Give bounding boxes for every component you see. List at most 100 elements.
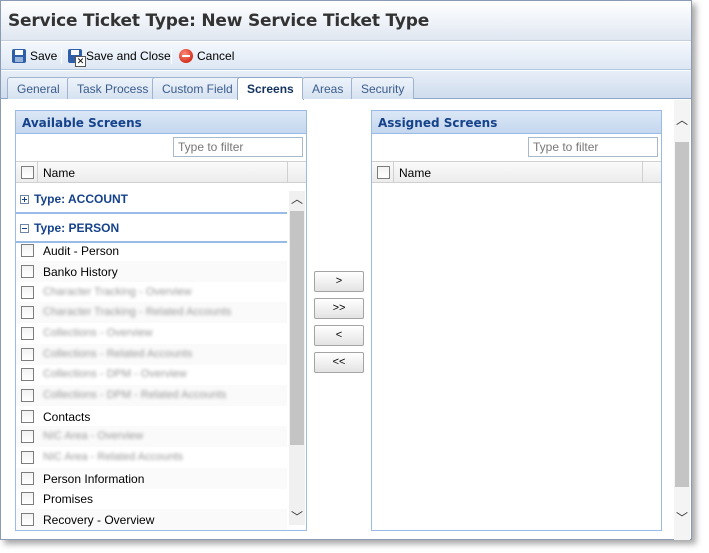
tab-general[interactable]: General: [7, 77, 70, 99]
toolbar: Save Save and Close Cancel: [1, 42, 691, 70]
scroll-down-arrow-icon[interactable]: ﹀: [289, 509, 305, 525]
add-button[interactable]: >: [314, 271, 364, 292]
tab-label: Security: [361, 81, 405, 96]
select-all-checkbox[interactable]: [377, 166, 390, 179]
list-item[interactable]: Collections - Overview: [16, 323, 287, 344]
tab-screens[interactable]: Screens: [237, 77, 304, 100]
column-header-spacer: [642, 162, 661, 182]
select-all-checkbox[interactable]: [21, 166, 34, 179]
row-checkbox[interactable]: [21, 265, 34, 278]
list-item[interactable]: Character Tracking - Related Accounts: [16, 302, 287, 323]
item-label-obscured: Collections - DPM - Related Accounts: [43, 389, 227, 401]
item-label-obscured: Collections - DPM - Overview: [43, 368, 187, 380]
save-and-close-icon: [68, 49, 86, 67]
group-label: Type: PERSON: [34, 221, 120, 235]
select-all-cell: [16, 162, 38, 182]
group-type-person[interactable]: Type: PERSON: [16, 215, 287, 243]
tab-label: Custom Field: [162, 81, 233, 96]
grid-header: Name: [372, 161, 661, 183]
list-item[interactable]: NIC Area - Overview: [16, 426, 287, 447]
row-checkbox[interactable]: [21, 492, 34, 505]
tab-security[interactable]: Security: [351, 77, 415, 99]
item-label-obscured: Character Tracking - Overview: [43, 286, 192, 298]
available-screens-title: Available Screens: [16, 111, 306, 134]
list-item[interactable]: NIC Area - Related Accounts: [16, 447, 287, 468]
save-icon: [12, 49, 26, 63]
assigned-screens-list: [372, 183, 661, 529]
title-bar: Service Ticket Type: New Service Ticket …: [1, 1, 691, 41]
expand-icon[interactable]: [20, 194, 29, 204]
assigned-screens-panel: Assigned Screens Name: [371, 110, 662, 531]
group-type-account[interactable]: Type: ACCOUNT: [16, 186, 287, 214]
available-list-scrollbar[interactable]: ︿ ﹀: [289, 191, 305, 525]
tab-label: Areas: [312, 81, 344, 96]
tab-areas[interactable]: Areas: [302, 77, 354, 99]
list-item[interactable]: Collections - DPM - Overview: [16, 364, 287, 385]
list-item[interactable]: Promises: [16, 488, 287, 509]
item-label-obscured: Character Tracking - Related Accounts: [43, 306, 232, 318]
tab-label: Screens: [247, 82, 294, 96]
list-item[interactable]: Collections - DPM - Related Accounts: [16, 385, 287, 406]
add-all-button[interactable]: >>: [314, 298, 364, 319]
available-filter-input[interactable]: [173, 137, 303, 157]
item-label: Person Information: [43, 472, 145, 486]
row-checkbox[interactable]: [21, 327, 34, 340]
dialog-window: Service Ticket Type: New Service Ticket …: [0, 0, 692, 540]
row-checkbox[interactable]: [21, 306, 34, 319]
row-checkbox[interactable]: [21, 513, 34, 526]
list-item[interactable]: Banko History: [16, 261, 287, 282]
column-header-name[interactable]: Name: [43, 166, 75, 180]
item-label: Contacts: [43, 410, 91, 424]
page-scrollbar[interactable]: ︿ ﹀: [674, 100, 690, 540]
column-header-name[interactable]: Name: [399, 166, 431, 180]
scroll-up-arrow-icon[interactable]: ︿: [289, 191, 305, 207]
remove-button[interactable]: <: [314, 325, 364, 346]
item-label: Recovery - Overview: [43, 513, 155, 527]
tab-bar: General Task Process Custom Field Screen…: [1, 71, 691, 100]
collapse-icon[interactable]: [20, 223, 29, 233]
tab-custom-field[interactable]: Custom Field: [152, 77, 243, 99]
row-checkbox[interactable]: [21, 472, 34, 485]
available-screens-list: Type: ACCOUNT Type: PERSON Audit - Perso…: [16, 183, 306, 530]
row-checkbox[interactable]: [21, 286, 34, 299]
row-checkbox[interactable]: [21, 368, 34, 381]
scrollbar-thumb[interactable]: [675, 142, 689, 487]
grid-header: Name: [16, 161, 306, 183]
item-label-obscured: Collections - Related Accounts: [43, 348, 193, 360]
item-label: Banko History: [43, 265, 118, 279]
tab-label: Task Process: [77, 81, 149, 96]
cancel-button[interactable]: Cancel: [179, 47, 234, 65]
tab-label: General: [17, 81, 60, 96]
list-item[interactable]: Collections - Related Accounts: [16, 344, 287, 365]
filter-row: [372, 134, 661, 161]
row-checkbox[interactable]: [21, 430, 34, 443]
row-checkbox[interactable]: [21, 389, 34, 402]
cancel-label: Cancel: [197, 49, 235, 63]
item-label: Promises: [43, 492, 94, 506]
assigned-filter-input[interactable]: [528, 137, 658, 157]
scroll-up-arrow-icon[interactable]: ︿: [674, 112, 690, 128]
filter-row: [16, 134, 306, 161]
row-checkbox[interactable]: [21, 348, 34, 361]
item-label-obscured: Collections - Overview: [43, 327, 153, 339]
row-checkbox[interactable]: [21, 410, 34, 423]
remove-all-button[interactable]: <<: [314, 352, 364, 373]
scroll-down-arrow-icon[interactable]: ﹀: [674, 510, 690, 526]
scrollbar-thumb[interactable]: [290, 211, 304, 445]
toolbar-separator: [61, 48, 62, 64]
list-item[interactable]: Person Information: [16, 468, 287, 489]
list-item[interactable]: Character Tracking - Overview: [16, 282, 287, 303]
row-checkbox[interactable]: [21, 244, 34, 257]
list-item[interactable]: Contacts: [16, 406, 287, 427]
save-and-close-button[interactable]: Save and Close: [68, 47, 171, 67]
assigned-screens-title: Assigned Screens: [372, 111, 661, 134]
item-label-obscured: NIC Area - Overview: [43, 430, 144, 442]
list-item[interactable]: Recovery - Overview: [16, 509, 287, 530]
column-header-spacer: [287, 162, 306, 182]
list-item[interactable]: Audit - Person: [16, 240, 287, 261]
tab-task-process[interactable]: Task Process: [67, 77, 159, 99]
select-all-cell: [372, 162, 394, 182]
screens-tab-content: Available Screens Name Type: ACCOUNT Typ…: [1, 100, 691, 540]
row-checkbox[interactable]: [21, 451, 34, 464]
save-button[interactable]: Save: [12, 47, 57, 65]
